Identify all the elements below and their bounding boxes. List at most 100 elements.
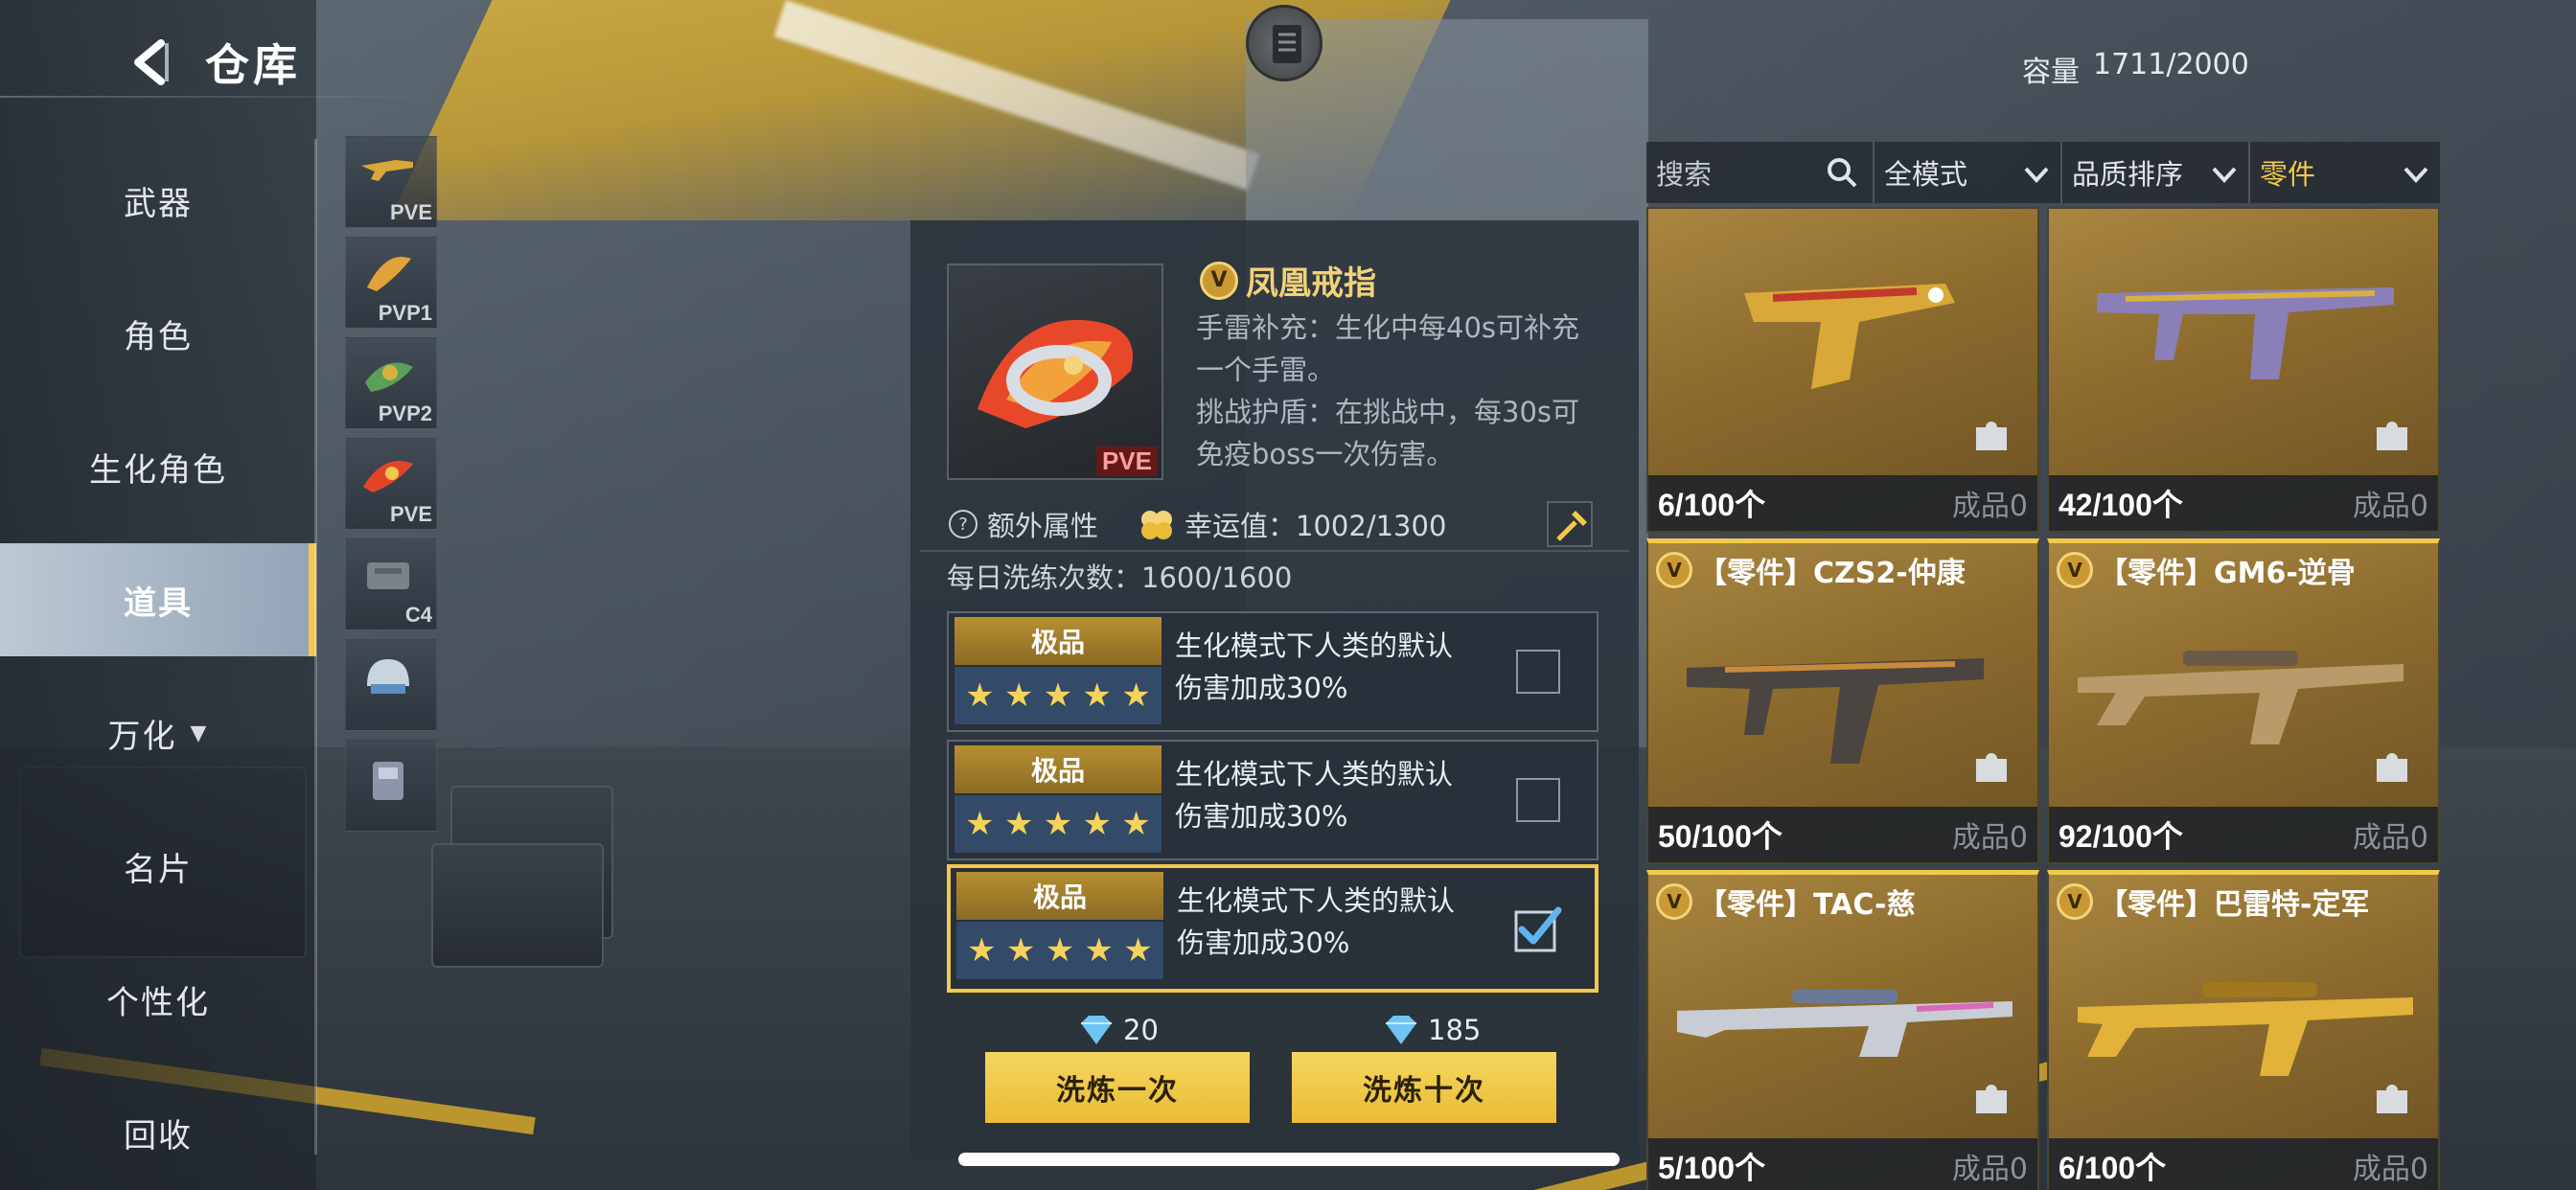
star-rating: ★ ★ ★ ★ ★ xyxy=(954,795,1162,853)
card-footer: 5/100个 成品0 xyxy=(1648,1138,2037,1190)
puzzle-piece-icon xyxy=(2377,422,2407,450)
nav-label: 道具 xyxy=(124,584,193,623)
desc-line: 一个手雷。 xyxy=(1196,354,1336,386)
sniper-rifle-icon xyxy=(2078,651,2404,744)
checkmark-icon xyxy=(1514,906,1562,952)
sidebar-item-characters[interactable]: 角色 xyxy=(0,277,316,390)
thumb-tag: PVP1 xyxy=(378,301,432,325)
sidebar-nav: 武器 角色 生化角色 道具 万化 ▼ 名片 个性化 回收 xyxy=(0,144,316,1190)
nav-label: 名片 xyxy=(124,850,193,889)
sort-dropdown[interactable]: 品质排序 xyxy=(2062,142,2250,203)
item-name-text: 凤凰戒指 xyxy=(1246,264,1376,303)
mode-dropdown[interactable]: 全模式 xyxy=(1874,142,2062,203)
header: 仓库 xyxy=(125,29,301,96)
barrett-rifle-icon xyxy=(2078,982,2413,1076)
star-icon: ★ xyxy=(1003,805,1034,843)
star-icon: ★ xyxy=(1003,676,1034,715)
thumb-item[interactable]: PVE xyxy=(345,438,437,530)
thumb-item[interactable] xyxy=(345,639,437,731)
sidebar-item-cards[interactable]: 名片 xyxy=(0,810,316,923)
part-card[interactable]: V 【零件】TAC-慈 5/100个 成品0 xyxy=(1646,870,2039,1190)
nav-label: 个性化 xyxy=(106,983,210,1022)
notes-icon[interactable] xyxy=(1246,5,1322,81)
clover-icon xyxy=(1141,511,1173,539)
option-text: 生化模式下人类的默认 伤害加成30% xyxy=(1177,880,1493,964)
card-footer: 6/100个 成品0 xyxy=(2049,1138,2438,1190)
refine-option[interactable]: 极品 ★ ★ ★ ★ ★ 生化模式下人类的默认 伤害加成30% xyxy=(947,611,1598,732)
item-name: V 凤凰戒指 xyxy=(1200,257,1376,304)
chevron-down-icon xyxy=(2404,167,2428,183)
part-name-text: 【零件】GM6-逆骨 xyxy=(2099,557,2356,590)
desc-line: 挑战护盾：在挑战中，每30s可 xyxy=(1196,396,1580,428)
star-icon: ★ xyxy=(1043,805,1073,843)
pistol-icon xyxy=(1744,284,1955,389)
card-footer: 92/100个 成品0 xyxy=(2049,807,2438,862)
help-icon[interactable]: ? xyxy=(949,510,978,538)
thumb-item[interactable]: PVP2 xyxy=(345,337,437,429)
item-description: 手雷补充：生化中每40s可补充 一个手雷。 挑战护盾：在挑战中，每30s可 免疫… xyxy=(1196,307,1618,475)
sidebar-item-wanhua[interactable]: 万化 ▼ xyxy=(0,676,316,790)
option-text: 生化模式下人类的默认 伤害加成30% xyxy=(1175,753,1491,837)
option-text: 生化模式下人类的默认 伤害加成30% xyxy=(1175,625,1491,709)
thumb-tag: PVP2 xyxy=(378,401,432,425)
part-count: 92/100个 xyxy=(2058,819,2183,854)
refine-once-button[interactable]: 洗炼一次 xyxy=(985,1052,1250,1123)
divider xyxy=(920,550,1629,552)
title-divider xyxy=(0,96,441,98)
star-icon: ★ xyxy=(1121,676,1151,715)
extra-attr-label: 额外属性 xyxy=(987,510,1099,542)
diamond-icon xyxy=(1386,1016,1416,1044)
category-value: 零件 xyxy=(2260,158,2316,191)
star-icon: ★ xyxy=(1005,931,1036,970)
thumb-item[interactable]: PVE xyxy=(345,136,437,228)
refine-option-selected[interactable]: 极品 ★ ★ ★ ★ ★ 生化模式下人类的默认 伤害加成30% xyxy=(947,864,1598,993)
search-input[interactable]: 搜索 xyxy=(1646,142,1874,203)
sidebar-item-items[interactable]: 道具 xyxy=(0,543,316,656)
part-card[interactable]: V 【零件】GM6-逆骨 92/100个 成品0 xyxy=(2047,538,2440,864)
star-icon: ★ xyxy=(1082,676,1113,715)
sidebar-item-recycle[interactable]: 回收 xyxy=(0,1076,316,1189)
finished-count: 成品0 xyxy=(1951,821,2028,855)
refine-ten-button[interactable]: 洗炼十次 xyxy=(1292,1052,1556,1123)
thumb-tag: PVE xyxy=(389,502,432,526)
nav-label: 角色 xyxy=(124,317,193,356)
caret-down-icon: ▼ xyxy=(190,721,209,745)
mode-value: 全模式 xyxy=(1884,158,1968,191)
part-card[interactable]: V 【零件】CZS2-仲康 50/100个 成品0 xyxy=(1646,538,2039,864)
star-icon: ★ xyxy=(1082,805,1113,843)
thumb-item[interactable]: PVP1 xyxy=(345,237,437,329)
part-count: 6/100个 xyxy=(1658,488,1766,522)
part-card[interactable]: V 【零件】巴雷特-定军 6/100个 成品0 xyxy=(2047,870,2440,1190)
category-dropdown[interactable]: 零件 xyxy=(2250,142,2440,203)
part-count: 42/100个 xyxy=(2058,488,2183,522)
pve-tag: PVE xyxy=(1095,446,1158,476)
sidebar-item-zombie-characters[interactable]: 生化角色 xyxy=(0,410,316,523)
part-count: 6/100个 xyxy=(2058,1151,2167,1185)
card-footer: 50/100个 成品0 xyxy=(1648,807,2037,862)
star-icon: ★ xyxy=(1084,931,1115,970)
desc-line: 免疫boss一次伤害。 xyxy=(1196,438,1455,470)
thumb-item[interactable] xyxy=(345,740,437,832)
part-card[interactable]: 42/100个 成品0 xyxy=(2047,207,2440,533)
nav-label: 生化角色 xyxy=(89,450,227,490)
option-checkbox[interactable] xyxy=(1516,650,1560,694)
option-checkbox-checked[interactable] xyxy=(1514,904,1562,952)
part-card[interactable]: 6/100个 成品0 xyxy=(1646,207,2039,533)
home-indicator[interactable] xyxy=(958,1153,1620,1166)
option-checkbox[interactable] xyxy=(1516,778,1560,822)
finished-count: 成品0 xyxy=(1951,490,2028,523)
back-arrow-icon[interactable] xyxy=(125,35,178,89)
thumb-item[interactable]: C4 xyxy=(345,538,437,630)
puzzle-piece-icon xyxy=(2377,1085,2407,1113)
cost-ten-value: 185 xyxy=(1428,1014,1482,1046)
sidebar-item-weapons[interactable]: 武器 xyxy=(0,144,316,257)
hammer-button[interactable] xyxy=(1547,501,1593,547)
sort-value: 品质排序 xyxy=(2072,158,2184,191)
star-icon: ★ xyxy=(1121,805,1151,843)
refine-option[interactable]: 极品 ★ ★ ★ ★ ★ 生化模式下人类的默认 伤害加成30% xyxy=(947,740,1598,860)
star-icon: ★ xyxy=(1123,931,1153,970)
sidebar-item-personalize[interactable]: 个性化 xyxy=(0,943,316,1056)
nav-divider xyxy=(314,139,317,1155)
puzzle-piece-icon xyxy=(1976,422,2007,450)
search-icon xyxy=(1828,158,1857,188)
